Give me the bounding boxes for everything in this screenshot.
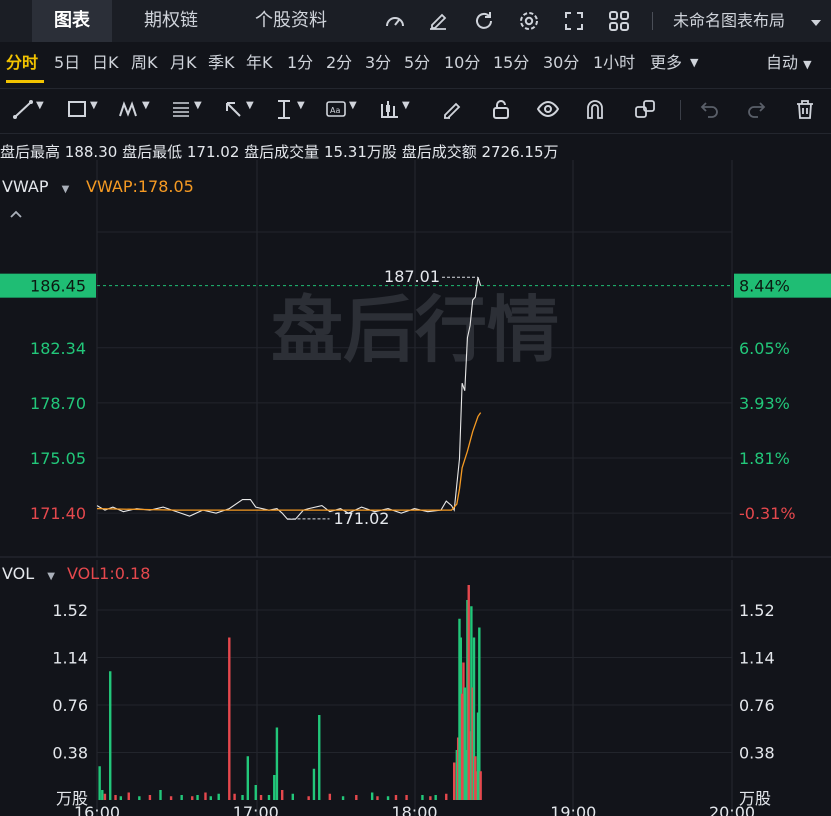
volume-bar <box>370 792 374 800</box>
time-tick-label: 18:00 <box>391 803 437 816</box>
volume-bar <box>103 793 107 800</box>
collapse-chevron-up-icon[interactable] <box>8 206 24 222</box>
volume-bar <box>138 796 141 800</box>
current-price-label: 186.45 <box>30 277 86 296</box>
chevron-down-icon: ▼ <box>61 184 70 195</box>
volume-bar <box>328 793 332 800</box>
time-tick-label: 20:00 <box>709 803 755 816</box>
volume-tick-label-left: 1.52 <box>52 601 88 620</box>
volume-bar <box>259 795 263 800</box>
volume-bar <box>405 795 408 800</box>
volume-bar <box>148 795 152 800</box>
vwap-value: VWAP:178.05 <box>86 177 194 196</box>
volume-tick-label-left: 1.14 <box>52 649 88 668</box>
volume-bar <box>191 796 194 800</box>
vol-indicator-name: VOL <box>2 564 35 583</box>
volume-bar <box>452 762 456 800</box>
volume-tick-label-right: 1.14 <box>739 649 775 668</box>
volume-bar <box>196 795 199 800</box>
volume-bar <box>204 792 207 800</box>
volume-bar <box>254 785 257 800</box>
volume-bar <box>341 796 345 800</box>
volume-bar <box>376 796 379 800</box>
volume-bar <box>312 768 316 800</box>
volume-tick-label-right: 0.38 <box>739 744 775 763</box>
volume-bar <box>241 795 244 800</box>
volume-bar <box>159 790 162 800</box>
volume-bar <box>180 795 183 800</box>
price-tick-label: 182.34 <box>30 339 86 358</box>
chevron-down-icon: ▼ <box>47 571 55 582</box>
volume-bar <box>246 756 250 800</box>
indicator-vwap[interactable]: VWAP ▼ <box>2 177 69 196</box>
volume-bar <box>233 793 236 800</box>
volume-bar <box>386 796 390 800</box>
high-annotation: 187.01 <box>384 267 440 286</box>
price-tick-label: 178.70 <box>30 394 86 413</box>
volume-tick-label-right: 1.52 <box>739 601 775 620</box>
percent-tick-label: 6.05% <box>739 339 790 358</box>
volume-bar <box>228 637 231 800</box>
percent-tick-label: 3.93% <box>739 394 790 413</box>
volume-bar <box>275 727 279 800</box>
volume-bar <box>281 790 284 800</box>
volume-bar <box>434 795 437 800</box>
percent-tick-label: -0.31% <box>739 504 796 523</box>
volume-bar <box>429 796 432 800</box>
volume-bar <box>101 790 104 800</box>
volume-tick-label-left: 0.76 <box>52 696 88 715</box>
volume-bar <box>318 715 321 800</box>
price-tick-label: 175.05 <box>30 449 86 468</box>
vwap-line <box>96 412 482 511</box>
volume-bar <box>291 793 294 800</box>
volume-bar <box>217 793 220 800</box>
volume-bar <box>109 671 112 800</box>
vol-value: VOL1:0.18 <box>67 564 151 583</box>
volume-bar <box>209 796 212 800</box>
volume-bar <box>355 795 358 800</box>
volume-bar <box>307 796 310 800</box>
volume-bar <box>114 795 117 800</box>
volume-bar <box>394 795 398 800</box>
time-tick-label: 19:00 <box>550 803 596 816</box>
volume-bar <box>273 775 276 800</box>
time-tick-label: 16:00 <box>74 803 120 816</box>
watermark: 盘后行情 <box>271 288 559 372</box>
price-tick-label: 171.40 <box>30 504 86 523</box>
indicator-name: VWAP <box>2 177 49 196</box>
time-tick-label: 17:00 <box>233 803 279 816</box>
percent-tick-label: 1.81% <box>739 449 790 468</box>
current-percent-label: 8.44% <box>739 277 790 296</box>
low-annotation: 171.02 <box>334 509 390 528</box>
volume-bar <box>445 793 448 800</box>
volume-tick-label-left: 0.38 <box>52 744 88 763</box>
volume-bar <box>127 792 130 800</box>
volume-bar <box>98 766 101 800</box>
intraday-chart[interactable]: 盘后行情 187.01 171.02 186.45 182.34 178.70 175.05… <box>0 0 831 816</box>
volume-bar <box>267 795 271 800</box>
volume-bar <box>479 771 482 800</box>
volume-bar <box>169 796 173 800</box>
indicator-vol[interactable]: VOL ▼ <box>2 564 55 583</box>
volume-bar <box>119 796 123 800</box>
volume-bar <box>421 795 424 800</box>
volume-tick-label-right: 0.76 <box>739 696 775 715</box>
